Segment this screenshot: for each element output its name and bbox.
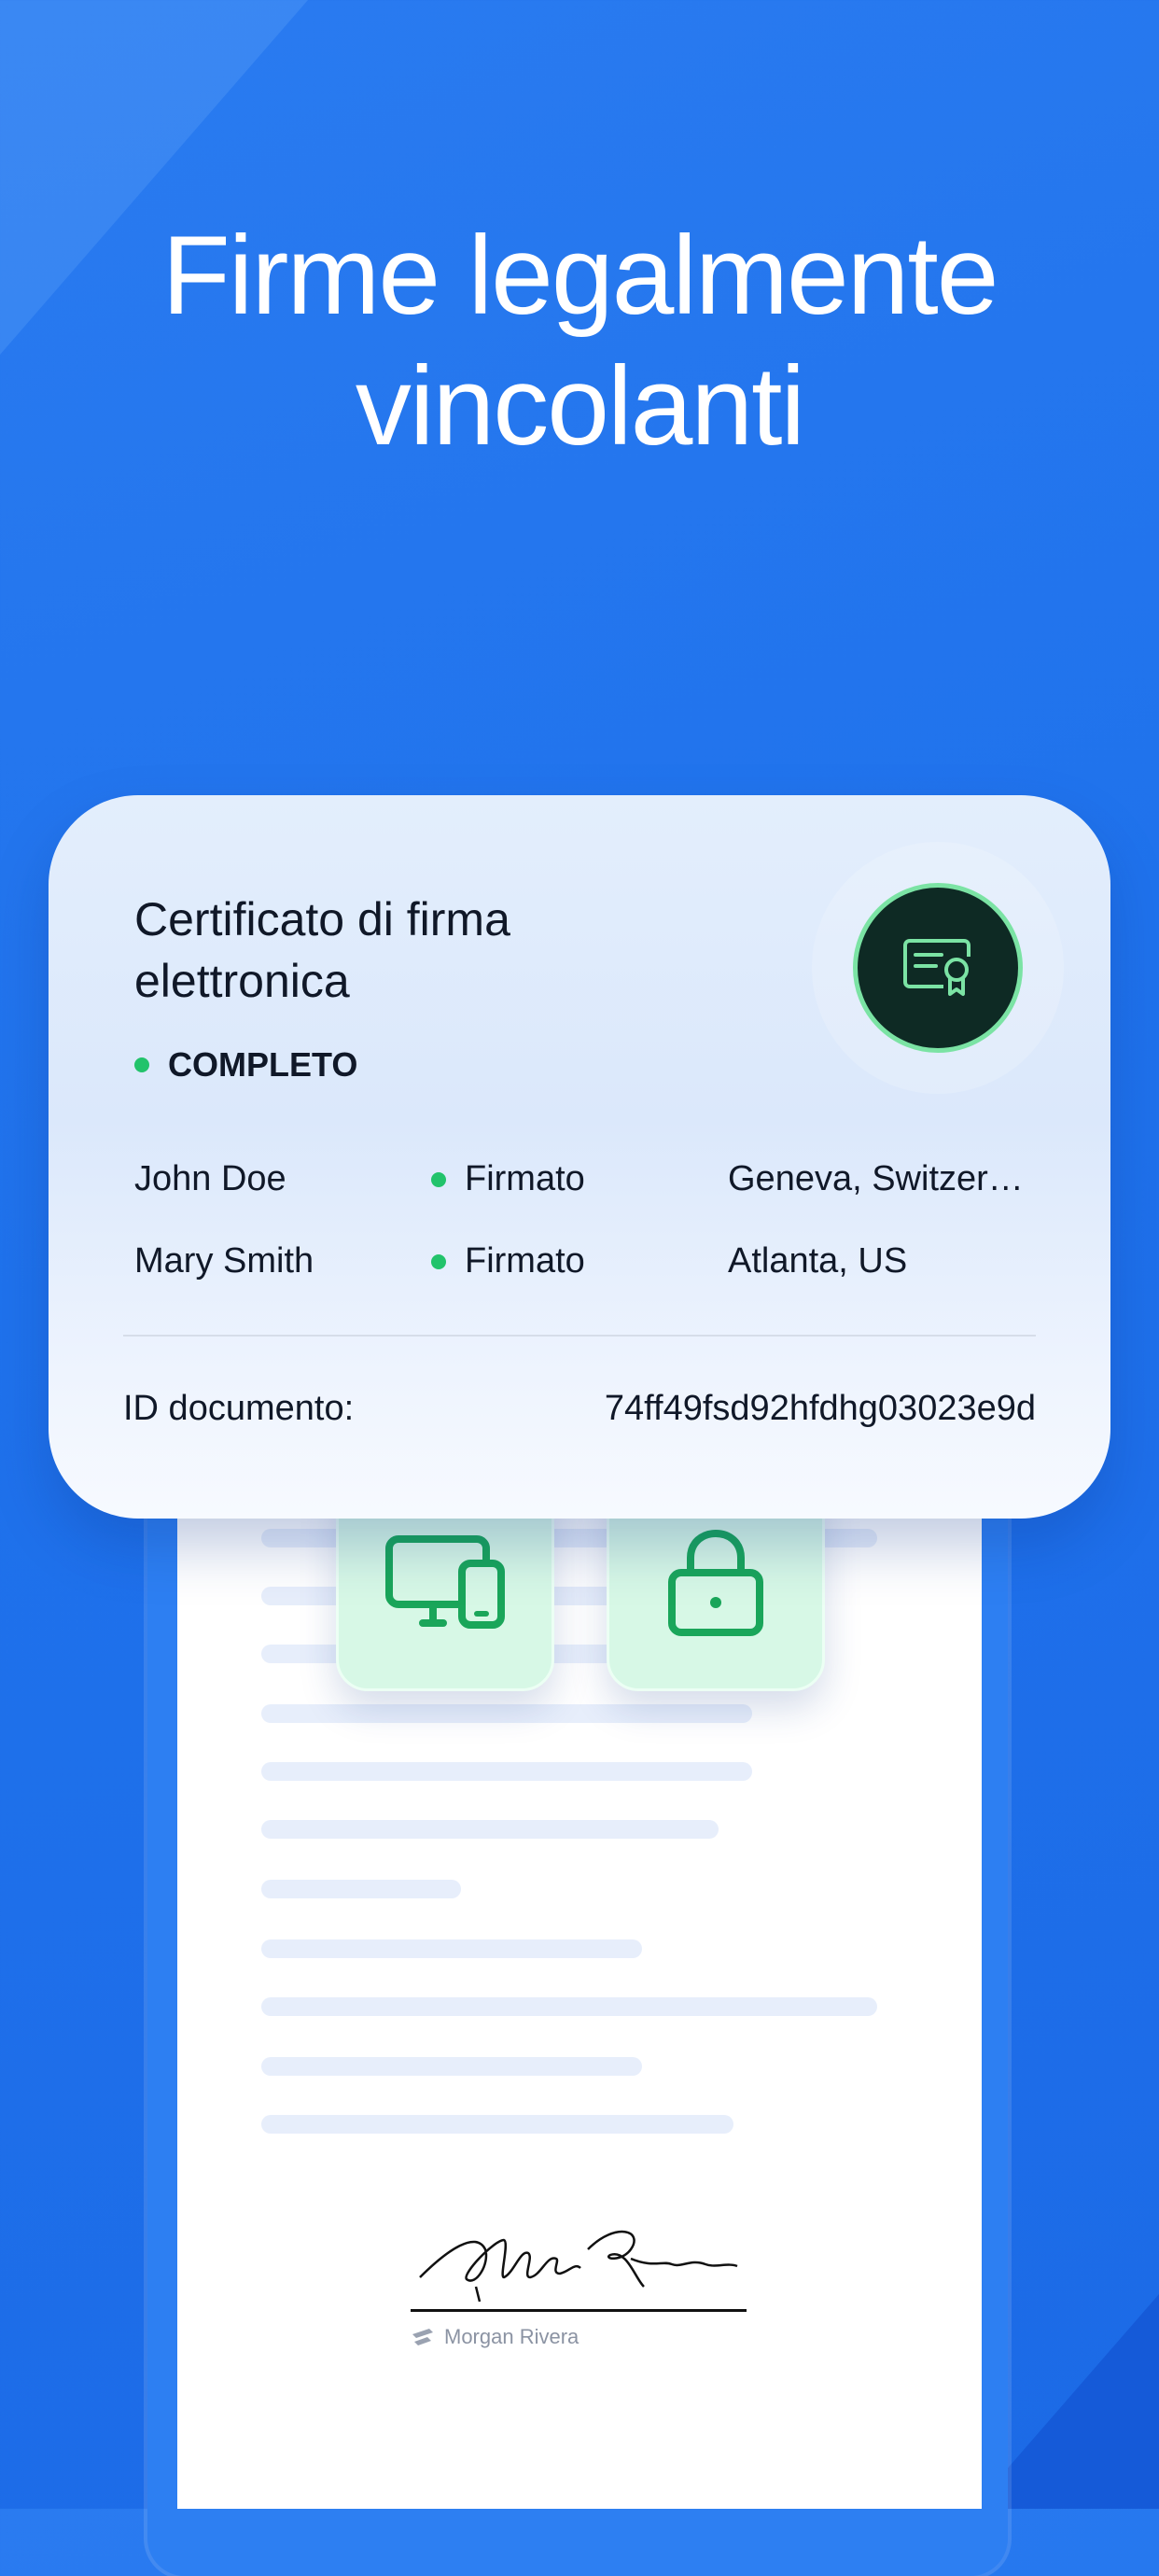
signer-row: John Doe Firmato Geneva, Switzer… xyxy=(134,1159,1058,1215)
signer-row: Mary Smith Firmato Atlanta, US xyxy=(134,1241,1058,1297)
signer-status: Firmato xyxy=(431,1241,585,1281)
text-placeholder-line xyxy=(261,1820,719,1839)
signer-status-label: Firmato xyxy=(465,1159,585,1198)
page-headline: Firme legalmente vincolanti xyxy=(0,210,1159,471)
status-badge: COMPLETO xyxy=(134,1045,357,1085)
document-id-label: ID documento: xyxy=(123,1389,355,1428)
text-placeholder-line xyxy=(261,1704,752,1723)
signer-name: Morgan Rivera xyxy=(444,2325,580,2348)
signature-line xyxy=(411,2309,747,2312)
text-placeholder-line xyxy=(261,1939,642,1958)
signer-status-label: Firmato xyxy=(465,1241,585,1281)
signer-status: Firmato xyxy=(431,1159,585,1199)
text-placeholder-line xyxy=(261,1762,752,1781)
signer-caption: Morgan Rivera xyxy=(411,2325,747,2349)
signer-location: Geneva, Switzer… xyxy=(728,1159,1024,1198)
lock-icon xyxy=(668,1529,763,1636)
signer-name: Mary Smith xyxy=(134,1241,314,1281)
signature-block: Morgan Rivera xyxy=(411,2212,747,2349)
text-placeholder-line xyxy=(261,1997,877,2016)
signer-location: Atlanta, US xyxy=(728,1241,908,1281)
handwritten-signature xyxy=(411,2212,747,2305)
signed-dot xyxy=(431,1171,446,1187)
document-preview xyxy=(177,1456,982,2509)
devices-icon xyxy=(385,1535,505,1629)
status-label: COMPLETO xyxy=(168,1045,358,1084)
headline-line-2: vincolanti xyxy=(355,343,805,469)
brand-logo-icon xyxy=(412,2329,433,2345)
signed-dot xyxy=(431,1253,446,1269)
certificate-title: Certificato di firma elettronica xyxy=(134,893,510,1007)
signature-drawing xyxy=(419,2231,738,2303)
certificate-icon xyxy=(903,939,970,996)
document-id-value: 74ff49fsd92hfdhg03023e9d xyxy=(604,1389,1036,1428)
headline-line-1: Firme legalmente xyxy=(161,213,998,338)
signer-name: John Doe xyxy=(134,1159,286,1198)
certificate-badge xyxy=(853,883,1023,1053)
certificate-card: Certificato di firma elettronica COMPLET… xyxy=(49,795,1110,1519)
text-placeholder-line xyxy=(261,1880,461,1898)
divider xyxy=(123,1335,1036,1337)
status-dot xyxy=(134,1057,149,1072)
text-placeholder-line xyxy=(261,2057,642,2076)
text-placeholder-line xyxy=(261,2115,733,2134)
